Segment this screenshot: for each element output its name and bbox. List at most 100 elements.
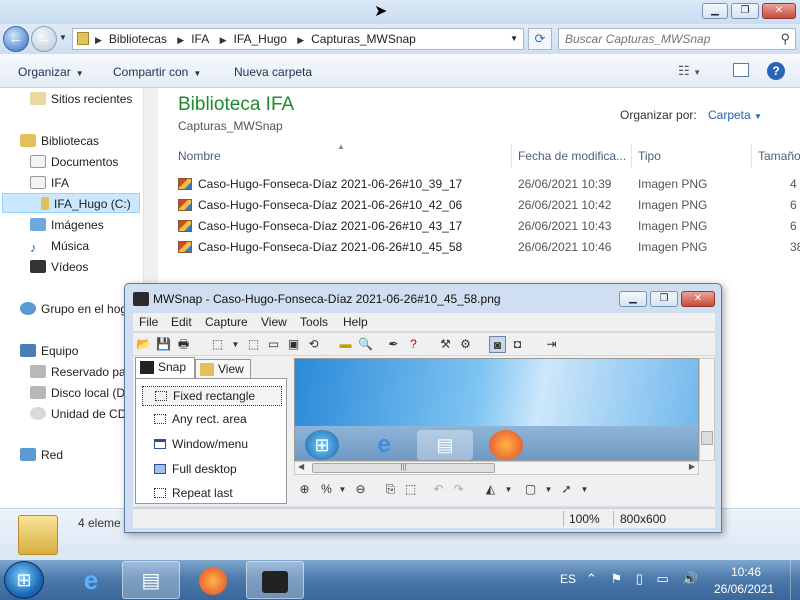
column-header-type[interactable]: Tipo [638, 149, 661, 163]
zoom-out-icon[interactable]: ⊖ [352, 481, 369, 498]
nav-item-music[interactable]: ♪ Música [30, 236, 89, 256]
breadcrumb-ifa[interactable]: IFA [191, 32, 209, 46]
zoom-in-icon[interactable]: ⊕ [296, 481, 313, 498]
crop-icon[interactable]: ⬚ [402, 481, 419, 498]
taskbar-firefox-icon[interactable] [184, 561, 242, 599]
settings-icon[interactable]: ⚙ [457, 336, 474, 353]
scroll-thumb[interactable]: ||| [312, 463, 495, 473]
breadcrumb-bibliotecas[interactable]: Bibliotecas [109, 32, 167, 46]
nav-item-ifa-hugo[interactable]: IFA_Hugo (C:) [2, 193, 140, 213]
ruler-icon[interactable]: ▬ [337, 336, 354, 353]
back-button[interactable]: ← [3, 26, 29, 52]
recent-pages-dropdown-icon[interactable]: ▼ [59, 33, 67, 42]
column-header-name[interactable]: Nombre [178, 149, 221, 163]
column-divider[interactable] [751, 145, 752, 167]
mwsnap-maximize-button[interactable]: ❐ [650, 291, 678, 307]
fixed-rect-icon[interactable]: ⬚ [209, 336, 226, 353]
snap-any-rect[interactable]: Any rect. area [142, 410, 282, 430]
tray-icons[interactable]: ⌃ ⚑ ▯ ▭ 🔊 [586, 571, 704, 587]
chevron-down-icon[interactable]: ▼ [500, 481, 517, 498]
redo-icon[interactable]: ↷ [450, 481, 467, 498]
lock-icon[interactable]: ◘ [509, 336, 526, 353]
language-indicator[interactable]: ES [560, 572, 576, 586]
magnifier-icon[interactable]: 🔍 [357, 336, 374, 353]
nav-item-videos[interactable]: Vídeos [30, 257, 88, 277]
help-icon[interactable]: ? [405, 336, 422, 353]
scroll-thumb[interactable] [701, 431, 713, 445]
hide-window-icon[interactable]: ◙ [489, 336, 506, 353]
snap-full-desktop[interactable]: Full desktop [142, 460, 282, 480]
mwsnap-close-button[interactable]: ✕ [681, 291, 715, 307]
border-icon[interactable]: ▢ [522, 481, 539, 498]
menu-edit[interactable]: Edit [171, 315, 192, 329]
clock-date[interactable]: 26/06/2021 [713, 582, 775, 596]
search-box[interactable]: ⚲ [558, 28, 796, 50]
share-menu[interactable]: Compartir con ▼ [113, 65, 201, 79]
chevron-down-icon[interactable]: ▼ [334, 481, 351, 498]
menu-capture[interactable]: Capture [205, 315, 248, 329]
nav-item-documents[interactable]: Documentos [30, 152, 118, 172]
taskbar-ie-icon[interactable]: e [62, 561, 120, 599]
nav-item-reserved[interactable]: Reservado par [30, 362, 130, 382]
maximize-button[interactable]: ❐ [731, 3, 759, 19]
start-button[interactable]: ⊞ [4, 561, 44, 599]
arrange-by-dropdown[interactable]: Carpeta ▼ [708, 108, 762, 122]
print-icon[interactable]: 🖶 [175, 336, 192, 353]
nav-item-cd-drive[interactable]: Unidad de CD [30, 404, 126, 424]
new-folder-button[interactable]: Nueva carpeta [234, 65, 312, 79]
menu-tools[interactable]: Tools [300, 315, 328, 329]
mwsnap-minimize-button[interactable]: ▁ [619, 291, 647, 307]
tab-snap[interactable]: Snap [135, 357, 195, 379]
nav-item-recent[interactable]: Sitios recientes [30, 89, 132, 109]
nav-item-ifa[interactable]: IFA [30, 173, 69, 193]
nav-item-computer[interactable]: Equipo [20, 341, 78, 361]
menu-help[interactable]: Help [343, 315, 368, 329]
window-capture-icon[interactable]: ▭ [265, 336, 282, 353]
address-dropdown-icon[interactable]: ▼ [510, 34, 518, 43]
search-input[interactable] [565, 31, 765, 47]
tab-view[interactable]: View [195, 359, 251, 379]
flip-icon[interactable]: ◭ [482, 481, 499, 498]
save-icon[interactable]: 💾 [155, 336, 172, 353]
nav-item-homegroup[interactable]: Grupo en el hog [20, 299, 127, 319]
copy-icon[interactable]: ⎘ [382, 481, 399, 498]
preview-horizontal-scrollbar[interactable]: ◀ ||| ▶ [294, 461, 699, 475]
color-picker-icon[interactable]: ✒ [385, 336, 402, 353]
clock-time[interactable]: 10:46 [720, 565, 772, 579]
column-header-size[interactable]: Tamaño [758, 149, 800, 163]
nav-item-network[interactable]: Red [20, 445, 63, 465]
nav-item-images[interactable]: Imágenes [30, 215, 104, 235]
file-row[interactable]: Caso-Hugo-Fonseca-Díaz 2021-06-26#10_39_… [176, 174, 800, 195]
preview-vertical-scrollbar[interactable] [699, 358, 715, 461]
show-desktop-button[interactable] [790, 560, 800, 600]
menu-view[interactable]: View [261, 315, 287, 329]
chevron-down-icon[interactable]: ▼ [227, 336, 244, 353]
file-row[interactable]: Caso-Hugo-Fonseca-Díaz 2021-06-26#10_42_… [176, 195, 800, 216]
forward-button[interactable]: → [31, 26, 57, 52]
open-icon[interactable]: 📂 [135, 336, 152, 353]
exit-icon[interactable]: ⇥ [543, 336, 560, 353]
chevron-down-icon[interactable]: ▼ [576, 481, 593, 498]
menu-file[interactable]: File [139, 315, 158, 329]
full-desktop-icon[interactable]: ▣ [285, 336, 302, 353]
zoom-percent-icon[interactable]: % [318, 481, 335, 498]
close-button[interactable]: ✕ [762, 3, 796, 19]
breadcrumb-ifa-hugo[interactable]: IFA_Hugo [234, 32, 287, 46]
scroll-right-icon[interactable]: ▶ [689, 462, 695, 471]
nav-item-libraries[interactable]: Bibliotecas [20, 131, 99, 151]
help-icon[interactable]: ? [767, 62, 785, 80]
preview-pane-icon[interactable] [733, 63, 749, 77]
column-divider[interactable] [511, 145, 512, 167]
column-header-modified[interactable]: Fecha de modifica... [518, 149, 626, 163]
explorer-titlebar[interactable]: ▁ ❐ ✕ [0, 0, 800, 24]
snap-window-menu[interactable]: Window/menu [142, 435, 282, 455]
view-options-icon[interactable]: ☷ ▼ [678, 63, 701, 79]
undo-icon[interactable]: ↶ [430, 481, 447, 498]
pointer-icon[interactable]: ➚ [558, 481, 575, 498]
capture-preview[interactable]: ⊞ e ▤ [294, 358, 699, 461]
column-divider[interactable] [631, 145, 632, 167]
any-rect-icon[interactable]: ⬚ [245, 336, 262, 353]
nav-item-local-disk[interactable]: Disco local (D [30, 383, 125, 403]
taskbar-explorer-icon[interactable]: ▤ [122, 561, 180, 599]
search-icon[interactable]: ⚲ [780, 31, 790, 47]
